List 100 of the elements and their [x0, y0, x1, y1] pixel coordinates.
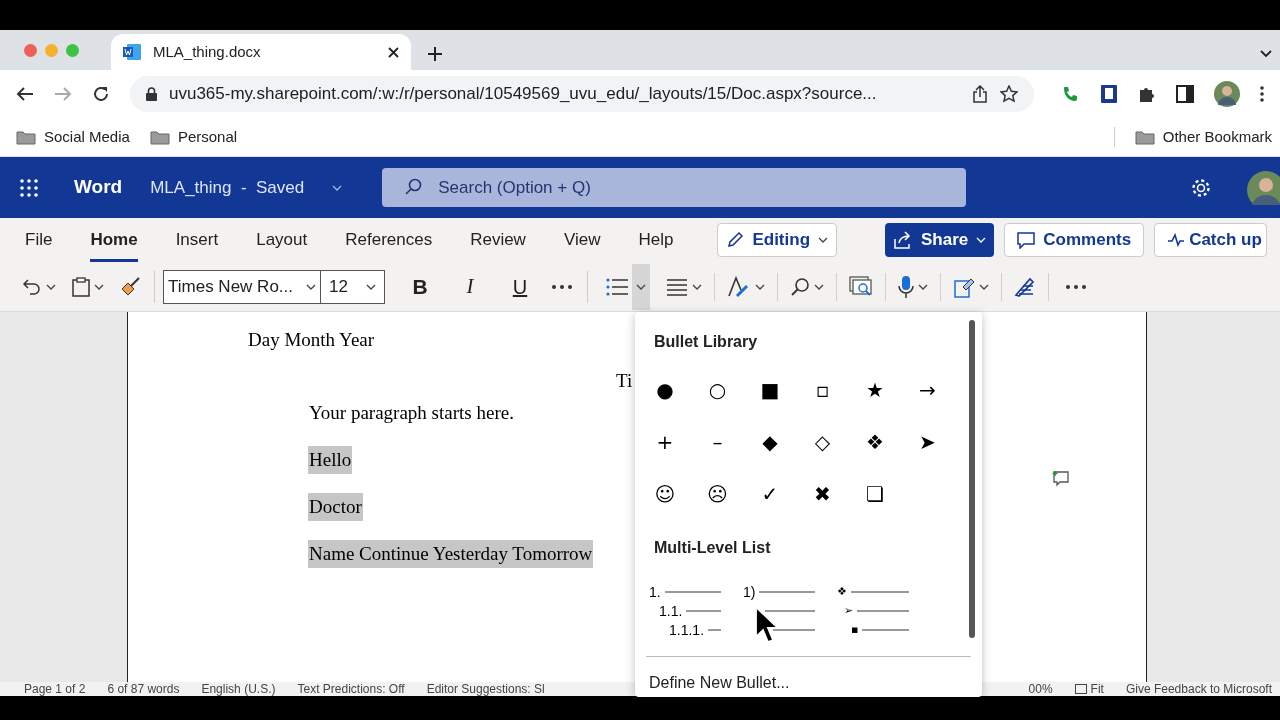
bullet-option[interactable]: ● [639, 370, 691, 410]
comments-button[interactable]: Comments [1004, 223, 1145, 257]
bullet-option[interactable]: ★ [849, 370, 901, 410]
share-button[interactable]: Share [885, 223, 995, 257]
bookmark[interactable]: Social Media [16, 125, 130, 149]
sidebar-icon [1176, 85, 1194, 103]
date-text: Day Month Year [248, 329, 375, 350]
ribbon-tab[interactable]: Insert [175, 218, 219, 262]
reload-button[interactable] [92, 85, 110, 103]
underline-button[interactable]: U [505, 271, 535, 302]
more-options-button[interactable] [1065, 283, 1087, 290]
chevron-down-icon [814, 283, 824, 290]
puzzle-icon [1138, 85, 1156, 103]
section-heading: Bullet Library [654, 333, 758, 350]
microphone-icon [898, 274, 914, 299]
ribbon-tab[interactable]: File [25, 218, 53, 262]
catch-up-button[interactable]: Catch up [1154, 223, 1267, 257]
folder-icon [149, 129, 170, 145]
multilevel-list-option[interactable]: 1) [743, 584, 815, 638]
bullet-option[interactable]: ➤ [901, 422, 954, 462]
bullet-option[interactable]: ✓ [744, 474, 796, 514]
bullet-option[interactable]: ☺ [639, 474, 691, 514]
new-tab-button[interactable] [427, 46, 443, 62]
status-text: Text Predictions: Off [297, 682, 405, 696]
section-heading: Multi-Level List [654, 539, 771, 556]
back-arrow-icon [16, 86, 34, 102]
share-icon [972, 85, 988, 103]
document-search-icon [849, 275, 873, 298]
clipboard-icon [72, 276, 90, 297]
maximize-window-icon [66, 43, 79, 57]
forward-arrow-icon [54, 86, 72, 102]
close-icon [388, 46, 399, 58]
undo-icon [22, 277, 42, 296]
fit-label[interactable]: Fit [1090, 682, 1104, 696]
ribbon-tab[interactable]: Review [470, 218, 526, 262]
plus-icon [427, 46, 443, 62]
avatar-icon [1214, 81, 1240, 107]
star-outline-icon [1000, 85, 1018, 103]
bullet-list-icon [606, 277, 628, 296]
editing-button[interactable]: Editing [717, 223, 838, 257]
font-size-dropdown[interactable]: 12 [321, 269, 385, 304]
chevron-down-icon [366, 283, 376, 290]
bookmark[interactable]: Other Bookmark [1134, 125, 1272, 149]
status-text: English (U.S.) [201, 682, 276, 696]
bold-button[interactable]: B [405, 270, 435, 303]
tab-title: MLA_thing.docx [153, 41, 262, 62]
status-text: Page 1 of 2 [24, 682, 86, 696]
settings-button[interactable] [1191, 177, 1211, 198]
tab-list-button[interactable] [1260, 50, 1272, 58]
bookmark[interactable]: Personal [149, 125, 238, 149]
bullet-option[interactable]: ■ [744, 370, 796, 410]
bullet-option[interactable]: ◆ [744, 422, 796, 462]
chevron-down-icon [46, 283, 56, 290]
bullet-option[interactable]: ❏ [849, 474, 901, 514]
title-text: Ti [616, 369, 633, 391]
multilevel-list-option[interactable]: ❖ ➢ ▪ [837, 584, 909, 638]
chevron-down-icon [636, 283, 646, 290]
document-name-button[interactable]: MLA_thing - Saved [150, 174, 343, 201]
bullet-option[interactable]: ○ [691, 370, 744, 410]
status-text: Editor Suggestions: Sl [426, 682, 545, 696]
back-button[interactable] [16, 86, 34, 102]
bullet-option[interactable]: ☹ [691, 474, 744, 514]
letter-brush-icon [727, 275, 751, 298]
pulse-icon [1167, 233, 1186, 247]
bullet-option[interactable]: ▫ [796, 370, 849, 410]
close-tab-button[interactable] [388, 46, 399, 58]
brush-icon [120, 276, 142, 297]
font-name-dropdown[interactable]: Times New Ro... [163, 269, 321, 304]
close-window-icon [24, 43, 37, 57]
document-app-icon [123, 44, 141, 60]
more-options-button[interactable] [551, 283, 573, 290]
status-text: 6 of 87 words [107, 682, 180, 696]
feedback-link[interactable]: Give Feedback to Microsoft [1125, 682, 1272, 696]
bullet-option[interactable]: ✖ [796, 474, 849, 514]
bullet-option[interactable]: ◇ [796, 422, 849, 462]
scrollbar-thumb[interactable] [969, 320, 975, 638]
fit-box-icon [1074, 684, 1087, 694]
phone-icon [1062, 85, 1080, 103]
address-bar[interactable]: uvu365-my.sharepoint.com/:w:/r/personal/10549569_uvu_edu/_layouts/15/Doc.aspx?source... [130, 76, 1034, 112]
app-name: Word [74, 175, 123, 200]
bullet-option[interactable]: ❖ [849, 422, 901, 462]
chevron-down-icon [692, 283, 702, 290]
browser-tab[interactable]: MLA_thing.docx [111, 34, 411, 70]
search-field[interactable]: Search (Option + Q) [382, 168, 967, 207]
paragraph-text: Your paragraph starts here. [308, 400, 515, 425]
bullet-option[interactable]: → [901, 370, 954, 410]
define-new-bullet-item[interactable]: Define New Bullet... [649, 671, 790, 695]
multilevel-list-option[interactable]: 1. 1.1. 1.1.1. [649, 584, 721, 638]
lock-icon [146, 87, 157, 101]
chevron-down-icon [976, 237, 987, 243]
chevron-down-icon [332, 184, 343, 191]
ribbon-tab[interactable]: Help [638, 218, 674, 262]
italic-button[interactable]: I [455, 270, 485, 303]
ribbon-tab[interactable]: References [345, 218, 433, 262]
ribbon-tab[interactable]: Layout [256, 218, 308, 262]
bullet-option[interactable]: + [639, 422, 691, 462]
bullet-option[interactable]: – [691, 422, 744, 462]
reload-icon [92, 85, 110, 103]
search-icon [790, 276, 810, 297]
ribbon-tab[interactable]: View [563, 218, 601, 262]
